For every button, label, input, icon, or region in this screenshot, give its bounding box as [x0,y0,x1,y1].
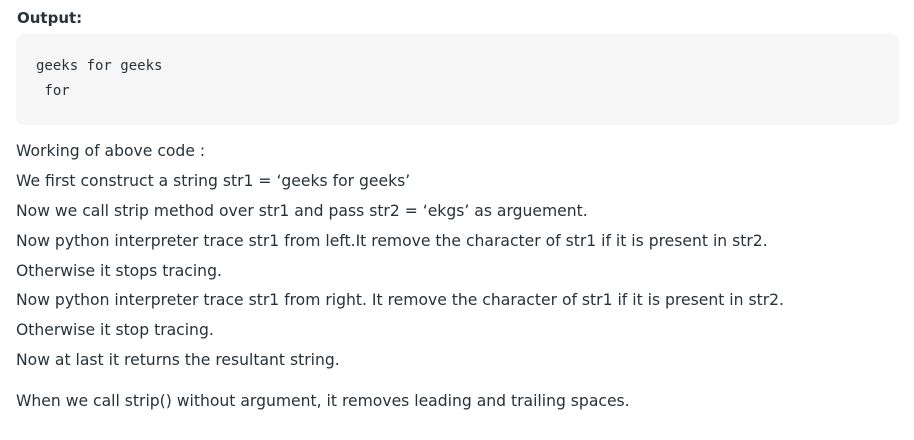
explanation-line: Now python interpreter trace str1 from l… [16,232,768,250]
strip-note: When we call strip() without argument, i… [16,392,630,410]
code-output-line: for [36,83,70,99]
explanation-line: Now python interpreter trace str1 from r… [16,291,784,309]
explanation-line: Otherwise it stop tracing. [16,321,214,339]
code-output-line: geeks for geeks [36,58,163,74]
explanation-line: We first construct a string str1 = ‘geek… [16,172,411,190]
explanation-line: Now at last it returns the resultant str… [16,351,340,369]
output-heading: Output: [17,9,83,27]
code-output-block: geeks for geeks for [16,34,899,125]
explanation-line: Otherwise it stops tracing. [16,262,222,280]
explanation-line: Working of above code : [16,142,206,160]
explanation-line: Now we call strip method over str1 and p… [16,202,588,220]
